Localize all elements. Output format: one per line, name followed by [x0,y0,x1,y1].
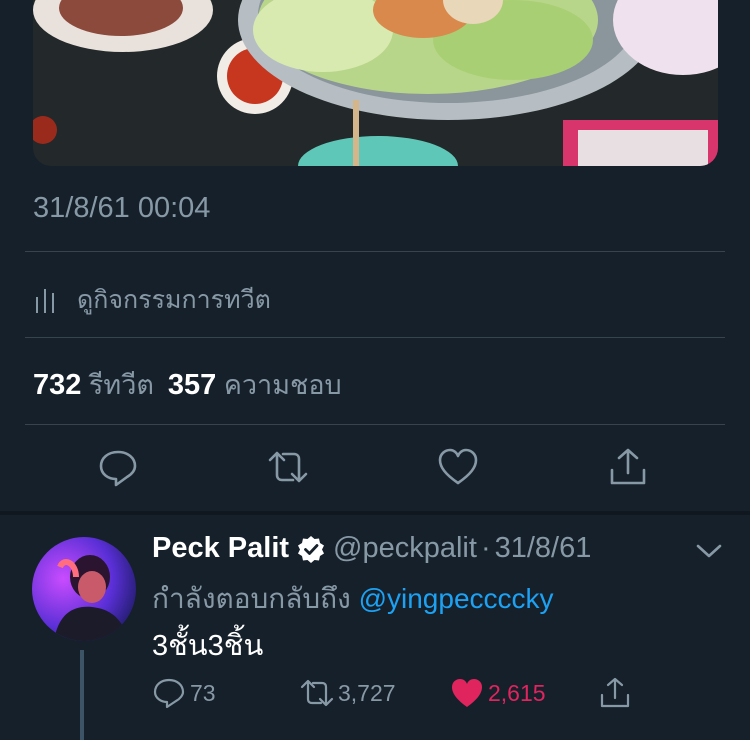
retweet-button[interactable]: 3,727 [300,676,396,710]
retweet-count: 732 [33,369,82,401]
divider [25,337,725,338]
reply-action-bar: 73 3,727 2,615 [0,676,750,716]
view-tweet-activity-link[interactable]: ดูกิจกรรมการทวีต [33,280,271,320]
profile-photo [32,537,136,641]
meta-separator: · [480,532,491,564]
reply-button[interactable] [97,446,139,488]
heart-filled-icon [452,679,482,707]
food-photo-image [33,0,718,166]
analytics-icon [36,289,54,313]
like-button[interactable]: 2,615 [450,676,546,710]
mention-link[interactable]: @yingpeccccky [359,583,554,614]
reply-header: Peck Palit @peckpalit · 31/8/61 [152,532,591,565]
reply-button[interactable]: 73 [152,676,216,710]
reply-text: 3ชั้น3ชิ้น [152,630,264,662]
reply-count: 73 [190,679,216,706]
tweet-action-bar [0,446,750,492]
heart-icon [438,448,478,485]
tweet-stats: 732 รีทวีต 357 ความชอบ [33,363,342,406]
like-label: ความชอบ [223,370,342,400]
user-handle[interactable]: @peckpalit [333,532,477,565]
share-button[interactable] [598,676,636,710]
replying-to-label: กำลังตอบกลับถึง [152,583,351,614]
reply-icon [153,678,185,709]
retweet-count: 3,727 [338,679,396,706]
reply-date[interactable]: 31/8/61 [495,532,592,565]
retweet-button[interactable] [267,446,309,488]
retweet-icon [300,679,334,707]
likes-stat[interactable]: 357 ความชอบ [167,369,342,401]
chevron-down-icon[interactable] [694,540,724,562]
like-button[interactable] [437,446,479,488]
divider [25,251,725,252]
retweet-label: รีทวีต [88,370,154,400]
section-separator [0,511,750,515]
replying-to-line: กำลังตอบกลับถึง @yingpeccccky [152,577,554,621]
share-button[interactable] [607,446,649,488]
like-count: 2,615 [488,679,546,706]
retweet-icon [268,451,308,483]
tweet-timestamp: 31/8/61 00:04 [33,192,211,224]
verified-badge-icon [298,535,325,563]
like-count: 357 [167,369,217,401]
display-name[interactable]: Peck Palit [152,532,289,565]
share-icon [610,448,646,485]
reply-icon [99,450,137,487]
share-icon [600,677,630,708]
retweets-stat[interactable]: 732 รีทวีต [33,369,154,401]
divider [25,424,725,425]
avatar[interactable] [32,537,136,641]
tweet-photo[interactable] [33,0,718,166]
view-tweet-activity-label: ดูกิจกรรมการทวีต [77,286,271,314]
